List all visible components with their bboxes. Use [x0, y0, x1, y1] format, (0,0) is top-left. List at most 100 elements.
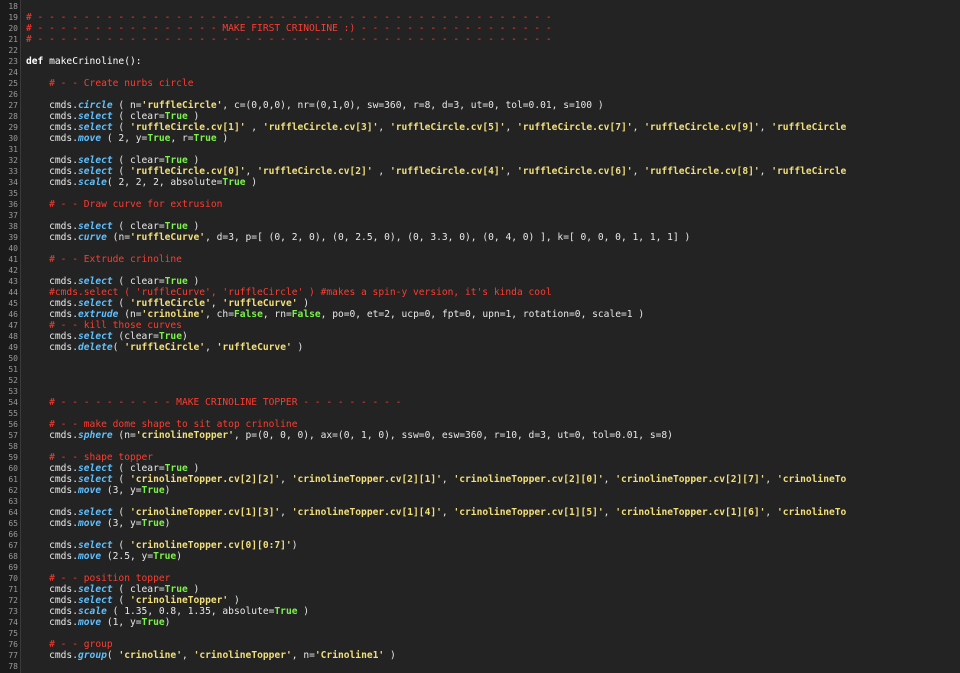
line-number: 53 — [8, 387, 18, 396]
token-text: ( — [112, 474, 130, 485]
code-line: cmds.group( 'crinoline', 'crinolineToppe… — [49, 650, 396, 661]
code-line: # - - make dome shape to sit atop crinol… — [49, 419, 297, 430]
token-text: cmds. — [49, 342, 78, 353]
code-line: # - - Draw curve for extrusion — [49, 199, 222, 210]
token-text: ( clear= — [112, 584, 165, 595]
token-fn: circle — [78, 100, 113, 111]
token-fn: select — [78, 221, 113, 232]
token-text: , — [759, 122, 772, 133]
token-text: (n= — [112, 430, 136, 441]
code-line: cmds.select ( 'ruffleCircle.cv[0]', 'ruf… — [49, 166, 846, 177]
line-number: 24 — [8, 68, 18, 77]
token-text: , c=(0,0,0), nr=(0,1,0), sw=360, r=8, d=… — [222, 100, 604, 111]
code-line: def makeCrinoline(): — [26, 56, 142, 67]
token-text: ( — [112, 595, 130, 606]
token-text: ) — [187, 155, 200, 166]
line-number: 72 — [8, 596, 18, 605]
token-text: cmds. — [49, 430, 78, 441]
token-text: cmds. — [49, 463, 78, 474]
token-str: 'ruffleCircle.cv[3]' — [262, 122, 379, 133]
token-str: 'ruffleCurve' — [130, 232, 206, 243]
line-number: 56 — [8, 420, 18, 429]
token-bool: True — [141, 617, 165, 628]
line-number: 22 — [8, 46, 18, 55]
token-fn: select — [78, 331, 113, 342]
token-text: , — [505, 166, 518, 177]
code-line: cmds.select ( 'ruffleCircle', 'ruffleCur… — [49, 298, 309, 309]
token-text: (3, y= — [101, 485, 142, 496]
token-str: 'crinolineTopper.cv[2][7]' — [615, 474, 766, 485]
token-str: 'ruffleCircle.cv[4]' — [389, 166, 506, 177]
token-fn: scale — [78, 177, 107, 188]
token-def-name: makeCrinoline(): — [43, 56, 142, 67]
line-number: 34 — [8, 178, 18, 187]
token-bool: True — [164, 111, 188, 122]
token-bool: True — [193, 133, 217, 144]
token-text: ( 2, y= — [101, 133, 148, 144]
code-line: # - - - - - - - - - - - - - - - - - - - … — [26, 12, 552, 23]
line-number: 23 — [8, 57, 18, 66]
line-number: 45 — [8, 299, 18, 308]
token-text: , d=3, p=[ (0, 2, 0), (0, 2.5, 0), (0, 3… — [205, 232, 691, 243]
token-str: 'crinolineTopper' — [129, 595, 229, 606]
line-number: 70 — [8, 574, 18, 583]
line-number: 71 — [8, 585, 18, 594]
token-text: ( clear= — [112, 155, 165, 166]
token-text: ) — [181, 331, 188, 342]
token-bool: True — [158, 331, 182, 342]
token-str: 'ruffleCurve' — [222, 298, 298, 309]
token-text: , — [210, 298, 223, 309]
line-number: 49 — [8, 343, 18, 352]
line-number: 37 — [8, 211, 18, 220]
token-text: , — [632, 122, 645, 133]
line-number: 64 — [8, 508, 18, 517]
code-line: cmds.delete( 'ruffleCircle', 'ruffleCurv… — [49, 342, 303, 353]
token-fn: delete — [78, 342, 113, 353]
token-cm: # - - - - - - - - - - - - - - - - - - - … — [26, 34, 552, 45]
line-number: 73 — [8, 607, 18, 616]
token-text: , — [378, 122, 390, 133]
line-number-gutter: 18 19 20 21 22 23 24 25 26 27 28 29 30 31 32 33 34 35 36 37… — [0, 0, 21, 673]
line-number: 20 — [8, 24, 18, 33]
token-str: 'ruffleCircle.cv[8]' — [644, 166, 760, 177]
code-line: # - - group — [49, 639, 113, 650]
token-text: ( clear= — [112, 111, 165, 122]
line-number: 43 — [8, 277, 18, 286]
line-number: 52 — [8, 376, 18, 385]
token-fn: move — [78, 518, 102, 529]
token-text: cmds. — [49, 100, 78, 111]
code-line: cmds.move (2.5, y=True) — [49, 551, 182, 562]
token-text: cmds. — [49, 606, 78, 617]
code-line: cmds.select (clear=True) — [49, 331, 188, 342]
token-text: , — [441, 507, 454, 518]
line-number: 26 — [8, 90, 18, 99]
code-line: cmds.select ( clear=True ) — [49, 221, 199, 232]
token-text: ) — [187, 221, 200, 232]
token-fn: move — [78, 485, 102, 496]
line-number: 68 — [8, 552, 18, 561]
token-str: 'crinoline' — [118, 650, 182, 661]
code-editor[interactable]: 18 19 20 21 22 23 24 25 26 27 28 29 30 31 32 33 34 35 36 37… — [0, 0, 960, 673]
line-number: 19 — [8, 13, 18, 22]
token-kw: def — [26, 56, 44, 67]
code-line: cmds.select ( 'crinolineTopper.cv[1][3]'… — [49, 507, 846, 518]
token-text: (n= — [106, 232, 130, 243]
token-text: ( clear= — [112, 463, 165, 474]
token-fn: move — [78, 617, 102, 628]
token-cm: #cmds.select ( 'ruffleCurve', 'ruffleCir… — [49, 287, 552, 298]
token-text: cmds. — [49, 276, 78, 287]
token-text: cmds. — [49, 166, 78, 177]
token-text: cmds. — [49, 221, 78, 232]
token-bool: True — [164, 155, 188, 166]
code-area[interactable]: # - - - - - - - - - - - - - - - - - - - … — [26, 0, 960, 673]
token-cm: # - - group — [49, 639, 113, 650]
token-fn: select — [78, 540, 113, 551]
token-text: ) — [187, 463, 200, 474]
token-text: , — [603, 507, 616, 518]
token-text: ) — [216, 133, 229, 144]
line-number: 21 — [8, 35, 18, 44]
token-text: , n= — [291, 650, 315, 661]
code-line: # - - - - - - - - - - - - - - - - MAKE F… — [26, 23, 552, 34]
token-text: ( — [112, 342, 125, 353]
token-text: ( — [112, 507, 130, 518]
